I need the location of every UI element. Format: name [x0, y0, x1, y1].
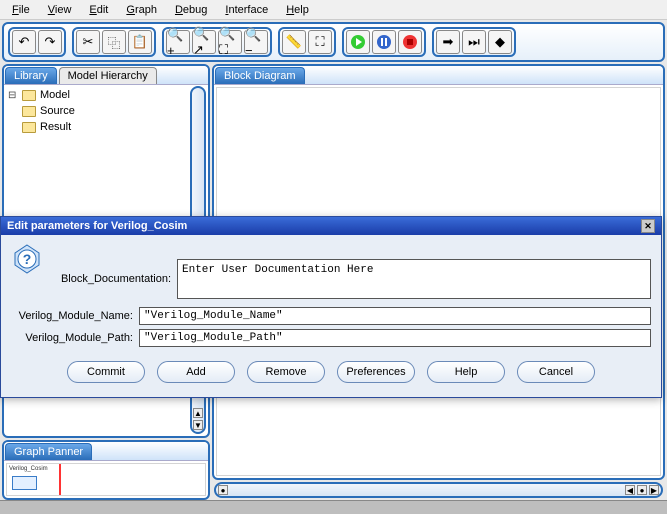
cancel-button[interactable]: Cancel — [517, 361, 595, 383]
help-button[interactable]: Help — [427, 361, 505, 383]
verilogmodulename-input[interactable] — [139, 307, 651, 325]
menu-edit[interactable]: Edit — [81, 2, 116, 18]
scroll-down-icon[interactable]: ▼ — [193, 420, 203, 430]
blockdocumentation-input[interactable] — [177, 259, 651, 299]
tab-model-hierarchy[interactable]: Model Hierarchy — [59, 67, 157, 84]
remove-button[interactable]: Remove — [247, 361, 325, 383]
step-to-end-icon[interactable]: ⏭ — [462, 30, 486, 54]
tree-label: Model — [40, 89, 70, 101]
dialog-title: Edit parameters for Verilog_Cosim — [7, 220, 187, 232]
zoom-fit-icon[interactable]: 🔍⛶ — [218, 30, 242, 54]
graph-panner-title: Graph Panner — [5, 443, 92, 460]
fullscreen-icon[interactable]: ⛶ — [308, 30, 332, 54]
folder-icon — [22, 90, 36, 101]
library-tabs: LibraryModel Hierarchy — [4, 66, 208, 85]
folder-icon — [22, 106, 36, 117]
menu-interface[interactable]: Interface — [217, 2, 276, 18]
pause-icon[interactable] — [372, 30, 396, 54]
cut-icon[interactable]: ✂ — [76, 30, 100, 54]
toolbar-group: ↶↷ — [8, 27, 66, 57]
toolbar-group: 🔍+🔍↗🔍⛶🔍− — [162, 27, 272, 57]
toolbar-group — [342, 27, 426, 57]
tab-library[interactable]: Library — [5, 67, 57, 84]
toolbar-group: 📏⛶ — [278, 27, 336, 57]
play-icon[interactable] — [346, 30, 370, 54]
stop-icon[interactable] — [398, 30, 422, 54]
hscroll-right-icon[interactable]: ▶ — [649, 485, 659, 495]
dialog-fields: Block_Documentation: Verilog_Module_Name:… — [11, 259, 651, 347]
dialog-row: Verilog_Module_Path: — [11, 329, 651, 347]
scroll-up-icon[interactable]: ▲ — [193, 408, 203, 418]
hscroll-left-icon[interactable]: ◀ — [625, 485, 635, 495]
statusbar — [0, 500, 667, 514]
breakpoint-icon[interactable]: ◆ — [488, 30, 512, 54]
graph-panner-body[interactable]: Verilog_Cosim — [6, 463, 206, 496]
redo-icon[interactable]: ↷ — [38, 30, 62, 54]
block-diagram-hscroll[interactable]: ● ◀ ● ▶ — [214, 482, 663, 498]
menu-help[interactable]: Help — [278, 2, 317, 18]
ruler-icon[interactable]: 📏 — [282, 30, 306, 54]
hscroll-start-icon[interactable]: ● — [218, 485, 228, 495]
tree-item[interactable]: Result — [8, 119, 204, 135]
block-diagram-title: Block Diagram — [215, 67, 305, 84]
menu-graph[interactable]: Graph — [118, 2, 165, 18]
step-forward-icon[interactable]: ➡ — [436, 30, 460, 54]
tree-item[interactable]: Source — [8, 103, 204, 119]
menu-debug[interactable]: Debug — [167, 2, 215, 18]
collapse-icon[interactable]: ⊟ — [8, 90, 18, 101]
menu-view[interactable]: View — [40, 2, 80, 18]
toolbar-group: ➡⏭◆ — [432, 27, 516, 57]
field-label: Verilog_Module_Name: — [11, 310, 139, 322]
panner-cursor[interactable] — [59, 464, 61, 495]
folder-icon — [22, 122, 36, 133]
hscroll-thumb-icon[interactable]: ● — [637, 485, 647, 495]
dialog-row: Block_Documentation: — [49, 259, 651, 299]
zoom-sel-icon[interactable]: 🔍↗ — [192, 30, 216, 54]
zoom-out-icon[interactable]: 🔍− — [244, 30, 268, 54]
help-icon: ? — [11, 243, 43, 275]
dialog-row: Verilog_Module_Name: — [11, 307, 651, 325]
toolbar: ↶↷✂⿻📋🔍+🔍↗🔍⛶🔍−📏⛶➡⏭◆ — [2, 22, 665, 62]
graph-panner-panel: Graph Panner Verilog_Cosim — [2, 440, 210, 500]
paste-icon[interactable]: 📋 — [128, 30, 152, 54]
panner-mini-label: Verilog_Cosim — [9, 466, 48, 472]
menubar: FileViewEditGraphDebugInterfaceHelp — [0, 0, 667, 20]
tree-label: Source — [40, 105, 75, 117]
tree-item[interactable]: ⊟ Model — [8, 87, 204, 103]
dialog-titlebar[interactable]: Edit parameters for Verilog_Cosim ✕ — [1, 217, 661, 235]
add-button[interactable]: Add — [157, 361, 235, 383]
undo-icon[interactable]: ↶ — [12, 30, 36, 54]
edit-parameters-dialog: Edit parameters for Verilog_Cosim ✕ ? Bl… — [0, 216, 662, 398]
field-label: Block_Documentation: — [49, 273, 177, 285]
panner-mini-block — [12, 476, 37, 490]
field-label: Verilog_Module_Path: — [11, 332, 139, 344]
commit-button[interactable]: Commit — [67, 361, 145, 383]
toolbar-group: ✂⿻📋 — [72, 27, 156, 57]
tree-label: Result — [40, 121, 71, 133]
verilogmodulepath-input[interactable] — [139, 329, 651, 347]
zoom-in-icon[interactable]: 🔍+ — [166, 30, 190, 54]
dialog-buttons: Commit Add Remove Preferences Help Cancel — [11, 361, 651, 383]
svg-text:?: ? — [23, 251, 32, 267]
close-icon[interactable]: ✕ — [641, 219, 655, 233]
copy-icon[interactable]: ⿻ — [102, 30, 126, 54]
preferences-button[interactable]: Preferences — [337, 361, 415, 383]
menu-file[interactable]: File — [4, 2, 38, 18]
